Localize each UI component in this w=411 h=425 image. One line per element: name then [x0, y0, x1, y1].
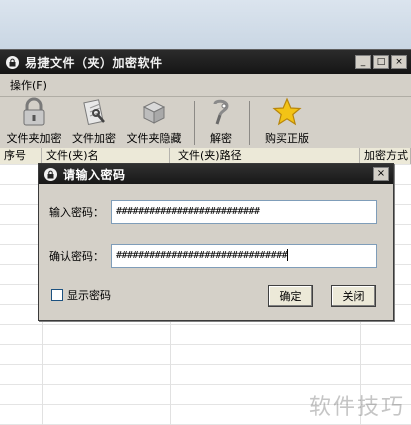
main-titlebar[interactable]: 易捷文件（夹）加密软件 _ □ ×	[0, 50, 411, 74]
ok-button[interactable]: 确定	[268, 285, 313, 307]
decrypt-label: 解密	[210, 132, 232, 145]
close-button[interactable]: ×	[391, 55, 407, 69]
file-encrypt-button[interactable]: 文件加密	[66, 96, 122, 149]
unlock-icon	[213, 99, 229, 125]
text-caret	[287, 249, 289, 261]
confirm-row: 确认密码： ###############################	[49, 244, 377, 268]
password-input[interactable]: ##########################	[111, 200, 377, 224]
column-index[interactable]: 序号	[0, 148, 42, 164]
show-password-checkbox[interactable]: 显示密码	[51, 287, 111, 303]
dialog-title: 请输入密码	[63, 167, 126, 182]
column-method[interactable]: 加密方式	[360, 148, 411, 164]
file-encrypt-label: 文件加密	[72, 132, 116, 145]
app-lock-icon	[6, 55, 19, 69]
show-password-label: 显示密码	[67, 289, 111, 302]
watermark-text: 软件技巧	[308, 395, 405, 420]
confirm-value: ###############################	[116, 250, 288, 261]
confirm-input[interactable]: ###############################	[111, 244, 377, 268]
column-path[interactable]: 文件(夹)路径	[170, 148, 360, 164]
password-dialog: 请输入密码 × 输入密码： ##########################…	[38, 163, 394, 321]
checkbox-box[interactable]	[51, 289, 63, 301]
confirm-label: 确认密码：	[49, 250, 104, 263]
window-controls: _ □ ×	[355, 55, 411, 69]
folder-lock-icon	[23, 97, 45, 126]
folder-hide-button[interactable]: 文件夹隐藏	[122, 96, 186, 149]
app-title: 易捷文件（夹）加密软件	[25, 55, 163, 70]
maximize-button[interactable]: □	[373, 55, 389, 69]
column-filename[interactable]: 文件(夹)名	[42, 148, 170, 164]
password-value: ##########################	[116, 206, 260, 217]
dialog-titlebar[interactable]: 请输入密码 ×	[39, 164, 393, 184]
decrypt-button[interactable]: 解密	[203, 96, 239, 149]
menu-operation[interactable]: 操作(F)	[8, 75, 49, 95]
folder-hide-label: 文件夹隐藏	[126, 132, 182, 145]
dialog-lock-icon	[44, 167, 57, 181]
dialog-close-button[interactable]: ×	[373, 167, 389, 181]
password-row: 输入密码： ##########################	[49, 200, 377, 224]
star-icon	[272, 97, 302, 126]
toolbar: 文件夹加密 文件加密 文件夹隐藏 解密 购买正版	[0, 97, 411, 150]
minimize-button[interactable]: _	[355, 55, 371, 69]
file-lock-icon	[83, 99, 105, 126]
folder-encrypt-button[interactable]: 文件夹加密	[2, 96, 66, 149]
folder-encrypt-label: 文件夹加密	[6, 132, 62, 145]
desktop-background	[0, 0, 411, 50]
toolbar-separator-2	[249, 101, 250, 145]
close-dialog-button[interactable]: 关闭	[331, 285, 376, 307]
buy-label: 购买正版	[265, 132, 309, 145]
password-label: 输入密码：	[49, 206, 104, 219]
buy-button[interactable]: 购买正版	[258, 96, 316, 149]
toolbar-separator	[194, 101, 195, 145]
box-hide-icon	[142, 101, 166, 124]
menubar: 操作(F)	[0, 74, 411, 97]
